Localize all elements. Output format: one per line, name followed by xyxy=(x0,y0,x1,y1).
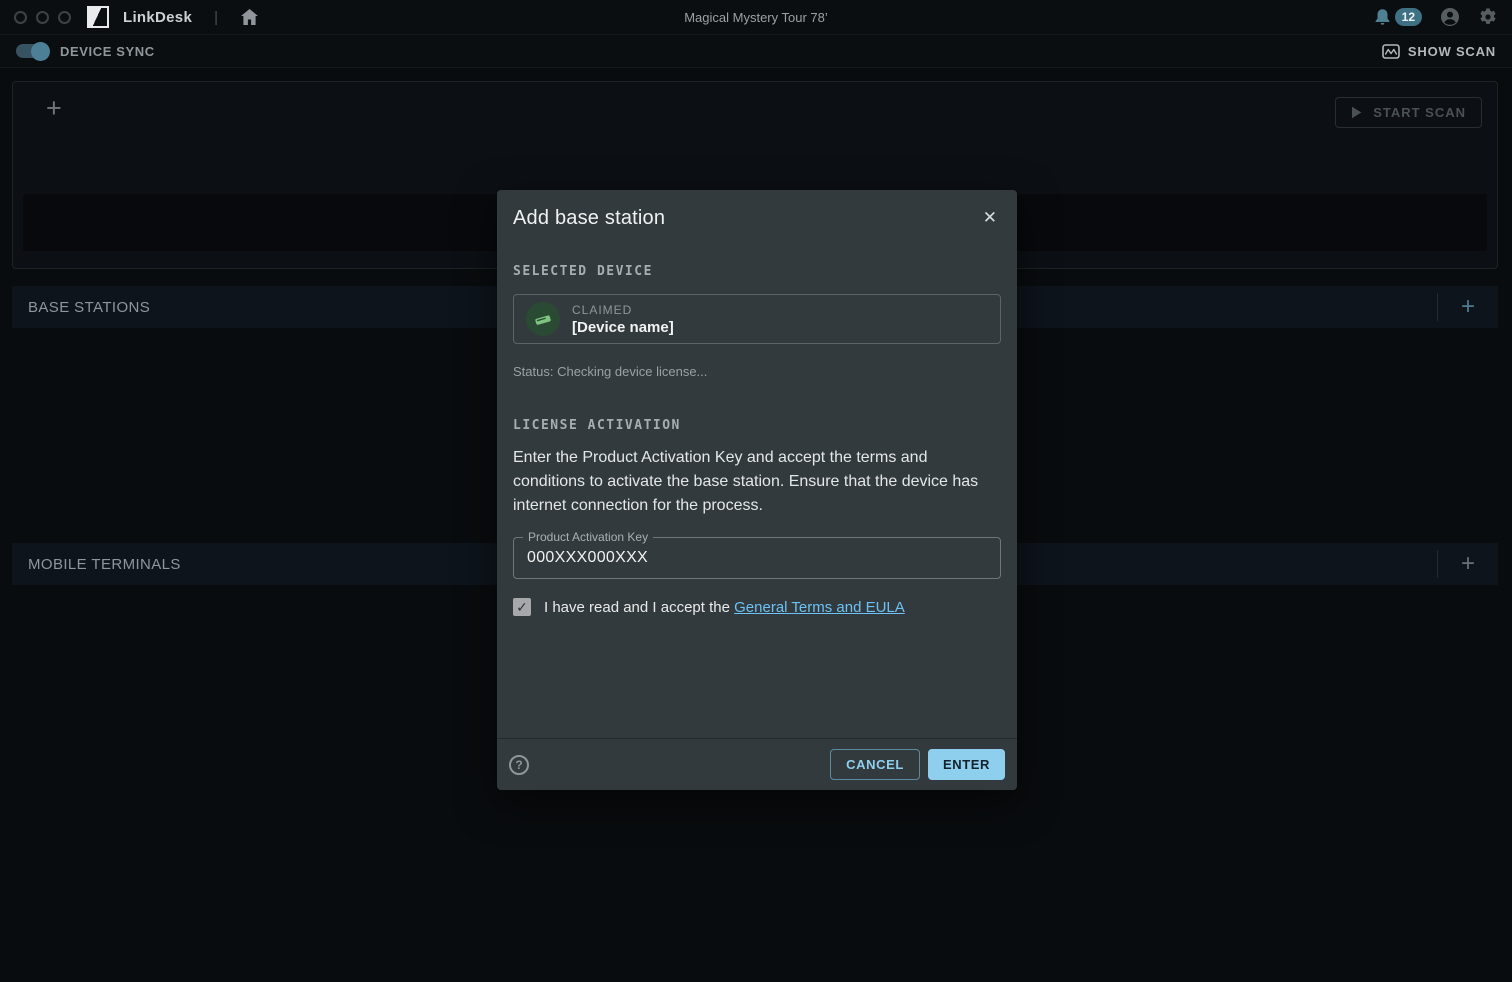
add-base-station-button[interactable]: + xyxy=(1438,295,1498,319)
base-station-device-icon xyxy=(526,302,560,336)
bell-icon xyxy=(1374,8,1391,26)
app-name: LinkDesk xyxy=(123,9,192,26)
play-icon xyxy=(1351,106,1362,119)
start-scan-button[interactable]: START SCAN xyxy=(1335,97,1482,128)
sub-toolbar: DEVICE SYNC SHOW SCAN xyxy=(0,35,1512,68)
activation-key-field: Product Activation Key xyxy=(513,537,1001,579)
window-controls xyxy=(14,11,71,24)
notifications-button[interactable]: 12 xyxy=(1374,8,1422,26)
window-control-icon[interactable] xyxy=(58,11,71,24)
close-icon[interactable]: ✕ xyxy=(979,207,1001,228)
show-scan-label: SHOW SCAN xyxy=(1408,44,1496,59)
terms-eula-link[interactable]: General Terms and EULA xyxy=(734,599,905,616)
device-sync-label: DEVICE SYNC xyxy=(60,44,155,59)
home-icon[interactable] xyxy=(240,8,259,26)
settings-gear-icon[interactable] xyxy=(1478,7,1498,27)
notification-count-badge: 12 xyxy=(1395,8,1422,26)
start-scan-label: START SCAN xyxy=(1373,105,1466,120)
license-description: Enter the Product Activation Key and acc… xyxy=(513,446,1001,518)
device-claim-status: CLAIMED xyxy=(572,303,674,317)
add-device-button[interactable]: + xyxy=(46,97,62,119)
top-bar: LinkDesk | Magical Mystery Tour 78’ 12 xyxy=(0,0,1512,35)
terms-prefix: I have read and I accept the xyxy=(544,599,734,616)
scan-waveform-icon xyxy=(1382,44,1400,59)
section-label: BASE STATIONS xyxy=(28,299,150,316)
dialog-footer: ? CANCEL ENTER xyxy=(497,738,1017,790)
license-status-text: Status: Checking device license... xyxy=(513,364,1001,379)
device-name: [Device name] xyxy=(572,319,674,336)
add-mobile-terminal-button[interactable]: + xyxy=(1438,552,1498,576)
divider: | xyxy=(214,9,218,26)
window-control-icon[interactable] xyxy=(36,11,49,24)
license-activation-heading: LICENSE ACTIVATION xyxy=(513,418,1001,433)
enter-button[interactable]: ENTER xyxy=(928,749,1005,780)
cancel-button[interactable]: CANCEL xyxy=(830,749,920,780)
help-icon[interactable]: ? xyxy=(509,755,529,775)
window-title: Magical Mystery Tour 78’ xyxy=(0,10,1512,25)
activation-key-label: Product Activation Key xyxy=(523,530,653,544)
section-label: MOBILE TERMINALS xyxy=(28,556,181,573)
add-base-station-dialog: Add base station ✕ SELECTED DEVICE CLAIM… xyxy=(497,190,1017,790)
selected-device-heading: SELECTED DEVICE xyxy=(513,264,1001,279)
terms-checkbox[interactable]: ✓ xyxy=(513,598,531,616)
device-sync-toggle[interactable] xyxy=(16,44,48,58)
brand-logo-icon xyxy=(87,6,109,28)
toggle-knob xyxy=(31,42,50,61)
show-scan-button[interactable]: SHOW SCAN xyxy=(1382,44,1496,59)
activation-key-input[interactable] xyxy=(514,538,1000,578)
dialog-title: Add base station xyxy=(513,207,665,230)
terms-label: I have read and I accept the General Ter… xyxy=(544,599,905,616)
user-account-icon[interactable] xyxy=(1440,7,1460,27)
selected-device-card[interactable]: CLAIMED [Device name] xyxy=(513,294,1001,344)
window-control-icon[interactable] xyxy=(14,11,27,24)
